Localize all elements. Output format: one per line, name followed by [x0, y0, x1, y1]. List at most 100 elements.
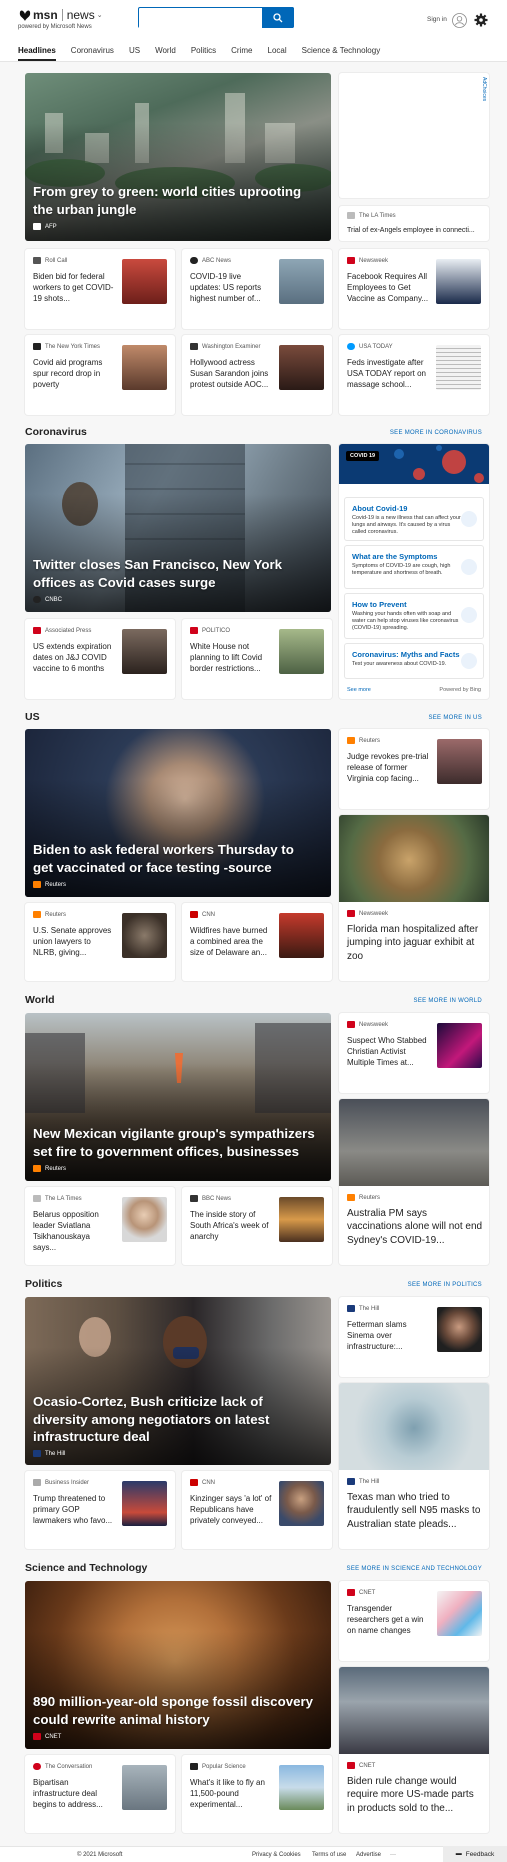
- card-title[interactable]: Suspect Who Stabbed Christian Activist M…: [347, 1035, 429, 1068]
- card-title[interactable]: Covid aid programs spur record drop in p…: [33, 357, 115, 390]
- news-card[interactable]: Reuters U.S. Senate approves union lawye…: [25, 903, 175, 981]
- image-card[interactable]: Reuters Australia PM says vaccinations a…: [339, 1099, 489, 1265]
- news-card[interactable]: CNN Kinzinger says 'a lot' of Republican…: [182, 1471, 332, 1549]
- ad-slot[interactable]: AdChoices: [339, 73, 489, 198]
- covid-item-prevent[interactable]: How to Prevent Washing your hands often …: [345, 594, 483, 638]
- search-box[interactable]: [138, 7, 294, 28]
- card-title[interactable]: What's it like to fly an 11,500-pound ex…: [190, 1777, 272, 1810]
- section-news[interactable]: news: [67, 8, 95, 22]
- covid-item-symptoms[interactable]: What are the Symptoms Symptoms of COVID-…: [345, 546, 483, 588]
- more-links-button[interactable]: ···: [390, 1852, 396, 1858]
- news-card[interactable]: Washington Examiner Hollywood actress Su…: [182, 335, 332, 415]
- hero-story[interactable]: Twitter closes San Francisco, New York o…: [25, 444, 331, 612]
- news-card[interactable]: ABC News COVID-19 live updates: US repor…: [182, 249, 332, 329]
- adchoices-label[interactable]: AdChoices: [481, 77, 487, 101]
- news-card[interactable]: Newsweek Facebook Requires All Employees…: [339, 249, 489, 329]
- news-card[interactable]: The New York Times Covid aid programs sp…: [25, 335, 175, 415]
- card-title[interactable]: Texas man who tried to fraudulently sell…: [347, 1491, 483, 1531]
- section-heading-us[interactable]: US: [25, 711, 40, 723]
- gear-icon[interactable]: [474, 13, 488, 27]
- advertise-link[interactable]: Advertise: [356, 1852, 381, 1858]
- tab-local[interactable]: Local: [268, 46, 287, 61]
- hero-title[interactable]: Ocasio-Cortez, Bush criticize lack of di…: [33, 1393, 317, 1446]
- card-title[interactable]: Bipartisan infrastructure deal begins to…: [33, 1777, 115, 1810]
- hero-story[interactable]: New Mexican vigilante group's sympathize…: [25, 1013, 331, 1181]
- card-title[interactable]: Trump threatened to primary GOP lawmaker…: [33, 1493, 115, 1526]
- see-more-scitech[interactable]: SEE MORE IN SCIENCE AND TECHNOLOGY: [347, 1566, 482, 1572]
- news-card[interactable]: CNET Transgender researchers get a win o…: [339, 1581, 489, 1661]
- image-card[interactable]: Newsweek Florida man hospitalized after …: [339, 815, 489, 981]
- tab-science-technology[interactable]: Science & Technology: [302, 46, 381, 61]
- see-more-coronavirus[interactable]: SEE MORE IN CORONAVIRUS: [390, 430, 482, 436]
- news-card[interactable]: The Hill Fetterman slams Sinema over inf…: [339, 1297, 489, 1377]
- signin-link[interactable]: Sign in: [427, 16, 447, 23]
- right-text-card[interactable]: The LA Times Trial of ex-Angels employee…: [339, 206, 489, 241]
- card-title[interactable]: Belarus opposition leader Sviatlana Tsik…: [33, 1209, 115, 1253]
- card-title[interactable]: Fetterman slams Sinema over infrastructu…: [347, 1319, 429, 1352]
- covid-item-title[interactable]: How to Prevent: [352, 600, 407, 609]
- covid-item-myths[interactable]: Coronavirus: Myths and Facts Test your a…: [345, 644, 483, 678]
- hero-story[interactable]: Ocasio-Cortez, Bush criticize lack of di…: [25, 1297, 331, 1465]
- card-title[interactable]: Hollywood actress Susan Sarandon joins p…: [190, 357, 272, 390]
- hero-title[interactable]: Biden to ask federal workers Thursday to…: [33, 841, 317, 876]
- tab-us[interactable]: US: [129, 46, 140, 61]
- section-heading-politics[interactable]: Politics: [25, 1278, 62, 1290]
- see-more-world[interactable]: SEE MORE IN WORLD: [414, 998, 482, 1004]
- news-card[interactable]: USA TODAY Feds investigate after USA TOD…: [339, 335, 489, 415]
- hero-story[interactable]: 890 million-year-old sponge fossil disco…: [25, 1581, 331, 1749]
- hero-story[interactable]: Biden to ask federal workers Thursday to…: [25, 729, 331, 897]
- see-more-politics[interactable]: SEE MORE IN POLITICS: [408, 1282, 482, 1288]
- card-title[interactable]: White House not planning to lift Covid b…: [190, 641, 272, 674]
- news-card[interactable]: Popular Science What's it like to fly an…: [182, 1755, 332, 1833]
- tab-coronavirus[interactable]: Coronavirus: [71, 46, 114, 61]
- section-heading-coronavirus[interactable]: Coronavirus: [25, 426, 87, 438]
- tab-politics[interactable]: Politics: [191, 46, 216, 61]
- card-title[interactable]: Kinzinger says 'a lot' of Republicans ha…: [190, 1493, 272, 1526]
- image-card[interactable]: The Hill Texas man who tried to fraudule…: [339, 1383, 489, 1549]
- hero-story[interactable]: From grey to green: world cities uprooti…: [25, 73, 331, 241]
- card-title[interactable]: Feds investigate after USA TODAY report …: [347, 357, 429, 390]
- covid-item-about[interactable]: About Covid-19 Covid-19 is a new illness…: [345, 498, 483, 540]
- image-card[interactable]: CNET Biden rule change would require mor…: [339, 1667, 489, 1833]
- news-card[interactable]: The Conversation Bipartisan infrastructu…: [25, 1755, 175, 1833]
- card-title[interactable]: Wildfires have burned a combined area th…: [190, 925, 272, 958]
- covid-see-more[interactable]: See more: [347, 687, 371, 693]
- card-title[interactable]: The inside story of South Africa's week …: [190, 1209, 272, 1242]
- covid-item-title[interactable]: Coronavirus: Myths and Facts: [352, 650, 460, 659]
- news-card[interactable]: POLITICO White House not planning to lif…: [182, 619, 332, 699]
- search-input[interactable]: [139, 9, 263, 28]
- tab-headlines[interactable]: Headlines: [18, 46, 56, 61]
- card-title[interactable]: US extends expiration dates on J&J COVID…: [33, 641, 115, 674]
- card-title[interactable]: Australia PM says vaccinations alone wil…: [347, 1207, 483, 1247]
- news-card[interactable]: Business Insider Trump threatened to pri…: [25, 1471, 175, 1549]
- avatar-icon[interactable]: [452, 13, 467, 28]
- news-card[interactable]: Newsweek Suspect Who Stabbed Christian A…: [339, 1013, 489, 1093]
- news-card[interactable]: Reuters Judge revokes pre-trial release …: [339, 729, 489, 809]
- card-title[interactable]: Florida man hospitalized after jumping i…: [347, 923, 483, 963]
- card-title[interactable]: COVID-19 live updates: US reports highes…: [190, 271, 272, 304]
- search-button[interactable]: [262, 7, 294, 28]
- msn-logo[interactable]: msn news ⌄ powered by Microsoft News: [18, 8, 118, 30]
- card-title[interactable]: Judge revokes pre-trial release of forme…: [347, 751, 429, 784]
- section-heading-world[interactable]: World: [25, 994, 55, 1006]
- card-title[interactable]: Biden bid for federal workers to get COV…: [33, 271, 115, 304]
- covid-item-title[interactable]: About Covid-19: [352, 504, 407, 513]
- hero-title[interactable]: From grey to green: world cities uprooti…: [33, 183, 317, 218]
- card-title[interactable]: Biden rule change would require more US-…: [347, 1775, 483, 1815]
- card-title[interactable]: U.S. Senate approves union lawyers to NL…: [33, 925, 115, 958]
- covid-item-title[interactable]: What are the Symptoms: [352, 552, 437, 561]
- see-more-us[interactable]: SEE MORE IN US: [428, 715, 482, 721]
- hero-title[interactable]: 890 million-year-old sponge fossil disco…: [33, 1693, 317, 1728]
- card-title[interactable]: Trial of ex-Angels employee in connecti.…: [347, 225, 483, 236]
- card-title[interactable]: Transgender researchers get a win on nam…: [347, 1603, 429, 1636]
- tab-world[interactable]: World: [155, 46, 176, 61]
- privacy-link[interactable]: Privacy & Cookies: [252, 1852, 301, 1858]
- section-heading-scitech[interactable]: Science and Technology: [25, 1562, 147, 1574]
- card-title[interactable]: Facebook Requires All Employees to Get V…: [347, 271, 429, 304]
- news-card[interactable]: BBC News The inside story of South Afric…: [182, 1187, 332, 1265]
- hero-title[interactable]: Twitter closes San Francisco, New York o…: [33, 556, 317, 591]
- tab-crime[interactable]: Crime: [231, 46, 252, 61]
- hero-title[interactable]: New Mexican vigilante group's sympathize…: [33, 1125, 317, 1160]
- news-card[interactable]: Associated Press US extends expiration d…: [25, 619, 175, 699]
- news-card[interactable]: Roll Call Biden bid for federal workers …: [25, 249, 175, 329]
